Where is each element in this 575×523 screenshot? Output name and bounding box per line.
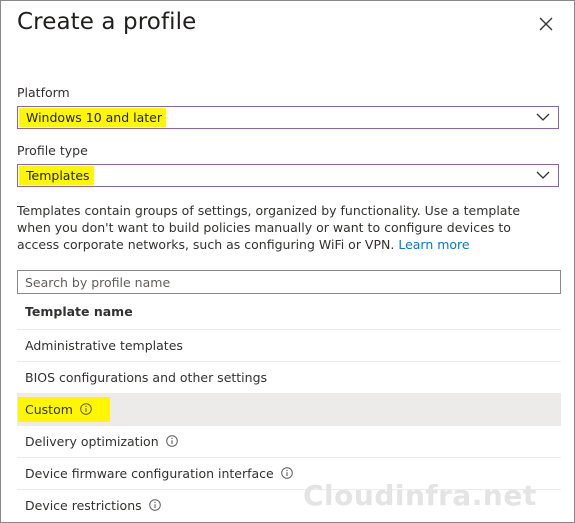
row-cell: Delivery optimization [18, 429, 196, 454]
row-cell: Device restrictions [18, 493, 179, 518]
table-row[interactable]: BIOS configurations and other settings [17, 362, 561, 394]
table-row[interactable]: Delivery optimization [17, 426, 561, 458]
row-label: Delivery optimization [25, 434, 159, 449]
row-label: BIOS configurations and other settings [25, 370, 268, 385]
profile-type-dropdown[interactable]: Templates [17, 164, 559, 187]
platform-dropdown[interactable]: Windows 10 and later [17, 106, 559, 129]
table-row[interactable]: Device restrictions [17, 490, 561, 522]
chevron-down-icon [536, 171, 550, 179]
table-row[interactable]: Administrative templates [17, 330, 561, 362]
info-icon[interactable] [80, 403, 92, 415]
table-row[interactable]: Custom [17, 394, 561, 426]
row-label: Device firmware configuration interface [25, 466, 274, 481]
templates-description: Templates contain groups of settings, or… [17, 202, 547, 253]
chevron-down-icon [536, 113, 550, 121]
platform-value: Windows 10 and later [19, 108, 167, 127]
info-icon[interactable] [280, 467, 293, 479]
row-label: Custom [25, 402, 73, 417]
platform-label: Platform [17, 85, 70, 100]
dialog-title: Create a profile [17, 9, 197, 35]
search-input[interactable] [17, 270, 561, 294]
info-icon[interactable] [148, 499, 161, 511]
close-icon[interactable] [538, 16, 554, 32]
learn-more-link[interactable]: Learn more [398, 237, 469, 252]
row-label: Administrative templates [25, 338, 183, 353]
column-header-template-name: Template name [17, 300, 561, 330]
table-row[interactable]: Device firmware configuration interface [17, 458, 561, 490]
profile-type-value: Templates [19, 166, 94, 185]
row-cell: Device firmware configuration interface [18, 461, 311, 486]
profile-type-label: Profile type [17, 143, 88, 158]
row-label: Device restrictions [25, 498, 142, 513]
create-profile-dialog: Create a profile Platform Windows 10 and… [0, 0, 575, 523]
row-cell: Custom [18, 397, 110, 422]
info-icon[interactable] [165, 435, 178, 447]
